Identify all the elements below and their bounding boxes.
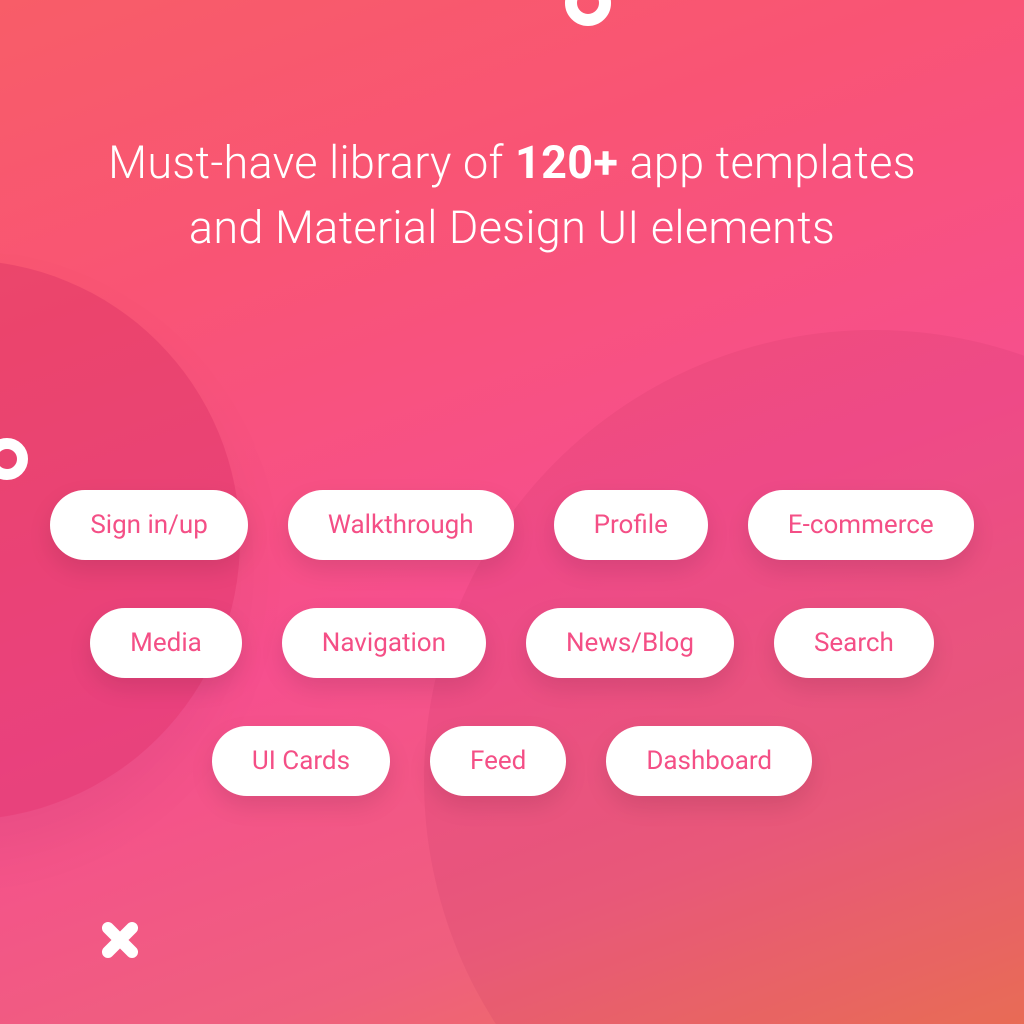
pill-profile[interactable]: Profile: [554, 490, 708, 560]
pill-feed[interactable]: Feed: [430, 726, 566, 796]
pill-sign-in-up[interactable]: Sign in/up: [50, 490, 248, 560]
pill-search[interactable]: Search: [774, 608, 934, 678]
headline-count: 120+: [515, 136, 618, 189]
hero-section: Must-have library of 120+ app templates …: [0, 0, 1024, 1024]
pill-row-1: Sign in/up Walkthrough Profile E-commerc…: [50, 490, 974, 560]
x-icon: [100, 920, 140, 960]
headline-prefix: Must-have library of: [108, 136, 515, 189]
category-pills: Sign in/up Walkthrough Profile E-commerc…: [0, 490, 1024, 844]
pill-news-blog[interactable]: News/Blog: [526, 608, 734, 678]
pill-dashboard[interactable]: Dashboard: [606, 726, 812, 796]
pill-navigation[interactable]: Navigation: [282, 608, 486, 678]
pill-media[interactable]: Media: [90, 608, 242, 678]
donut-icon: [565, 0, 611, 26]
pill-ui-cards[interactable]: UI Cards: [212, 726, 390, 796]
pill-row-3: UI Cards Feed Dashboard: [50, 726, 974, 796]
pill-walkthrough[interactable]: Walkthrough: [288, 490, 514, 560]
pill-ecommerce[interactable]: E-commerce: [748, 490, 974, 560]
pill-row-2: Media Navigation News/Blog Search: [50, 608, 974, 678]
headline: Must-have library of 120+ app templates …: [0, 130, 1024, 261]
